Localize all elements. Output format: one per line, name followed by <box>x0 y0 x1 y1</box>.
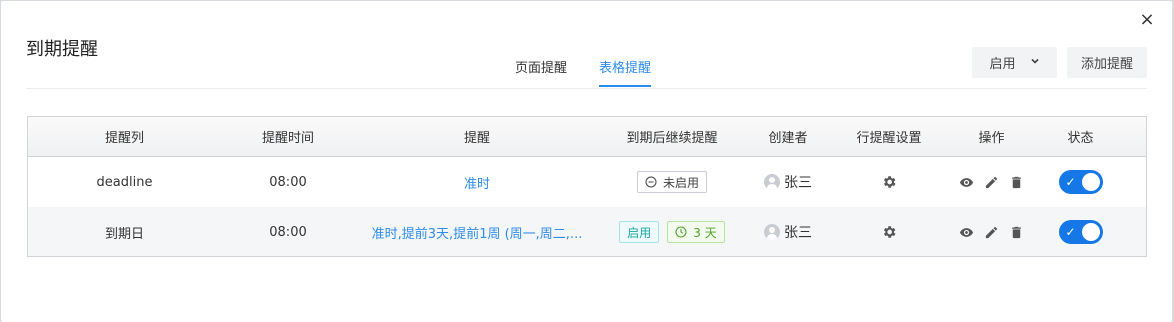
reminder-column: deadline <box>96 174 153 190</box>
table-row: 到期日 08:00 准时,提前3天,提前1周 (周一,周二,... 启用 3 天… <box>28 207 1146 256</box>
toggle-knob <box>1081 173 1100 191</box>
continue-status-tag: 未启用 <box>636 171 707 193</box>
header-cell: 状态 <box>1067 131 1094 146</box>
trash-icon[interactable] <box>1009 175 1024 190</box>
creator-name: 张三 <box>784 225 812 241</box>
header-cell: 创建者 <box>768 131 808 146</box>
header-cell: 操作 <box>978 131 1005 146</box>
reminder-time: 08:00 <box>269 224 307 240</box>
header-cell: 提醒 <box>463 131 490 146</box>
continue-days-label: 3 天 <box>693 225 717 240</box>
reminder-dialog: × 到期提醒 页面提醒 表格提醒 启用 添加提醒 提醒列 提醒时间 提醒 到期后… <box>1 1 1172 322</box>
reminder-column: 到期日 <box>104 226 144 242</box>
creator: 张三 <box>764 222 812 242</box>
creator: 张三 <box>764 172 812 192</box>
tab-table-reminder[interactable]: 表格提醒 <box>599 57 652 87</box>
close-icon[interactable]: × <box>1138 11 1156 29</box>
header-cell: 行提醒设置 <box>856 131 922 146</box>
add-reminder-button[interactable]: 添加提醒 <box>1067 47 1147 78</box>
eye-icon[interactable] <box>959 225 974 240</box>
trash-icon[interactable] <box>1009 225 1024 240</box>
dialog-title: 到期提醒 <box>26 39 98 60</box>
enable-dropdown-value: 启用 <box>989 57 1016 72</box>
gear-icon[interactable] <box>881 174 897 190</box>
pencil-icon[interactable] <box>984 225 999 240</box>
table-header: 提醒列 提醒时间 提醒 到期后继续提醒 创建者 行提醒设置 操作 状态 <box>28 117 1146 157</box>
avatar <box>764 174 780 190</box>
clock-icon <box>675 226 687 238</box>
status-toggle[interactable]: ✓ <box>1058 220 1103 244</box>
chevron-down-icon <box>1030 55 1040 70</box>
header-divider <box>26 88 1147 89</box>
continue-days-tag: 3 天 <box>667 221 725 243</box>
creator-name: 张三 <box>784 175 812 191</box>
minus-circle-icon <box>645 176 657 188</box>
continue-status-tag: 启用 <box>619 221 660 243</box>
header-cell: 到期后继续提醒 <box>626 131 718 146</box>
check-icon: ✓ <box>1065 175 1076 189</box>
header-cell: 提醒时间 <box>261 131 314 146</box>
gear-icon[interactable] <box>881 224 897 240</box>
reminder-link[interactable]: 准时 <box>464 173 490 192</box>
tab-page-reminder[interactable]: 页面提醒 <box>515 57 567 87</box>
reminder-table: 提醒列 提醒时间 提醒 到期后继续提醒 创建者 行提醒设置 操作 状态 dead… <box>27 116 1147 257</box>
tab-bar: 页面提醒 表格提醒 <box>515 57 652 87</box>
check-icon: ✓ <box>1065 225 1076 239</box>
avatar <box>764 224 780 240</box>
reminder-time: 08:00 <box>269 174 307 190</box>
header-cell: 提醒列 <box>104 131 144 146</box>
eye-icon[interactable] <box>959 175 974 190</box>
pencil-icon[interactable] <box>984 175 999 190</box>
reminder-link[interactable]: 准时,提前3天,提前1周 (周一,周二,... <box>372 223 583 242</box>
continue-status-label: 未启用 <box>662 175 699 190</box>
toggle-knob <box>1081 223 1100 241</box>
table-row: deadline 08:00 准时 未启用 张三 ✓ <box>28 157 1146 207</box>
enable-dropdown[interactable]: 启用 <box>972 47 1057 78</box>
status-toggle[interactable]: ✓ <box>1058 170 1103 194</box>
